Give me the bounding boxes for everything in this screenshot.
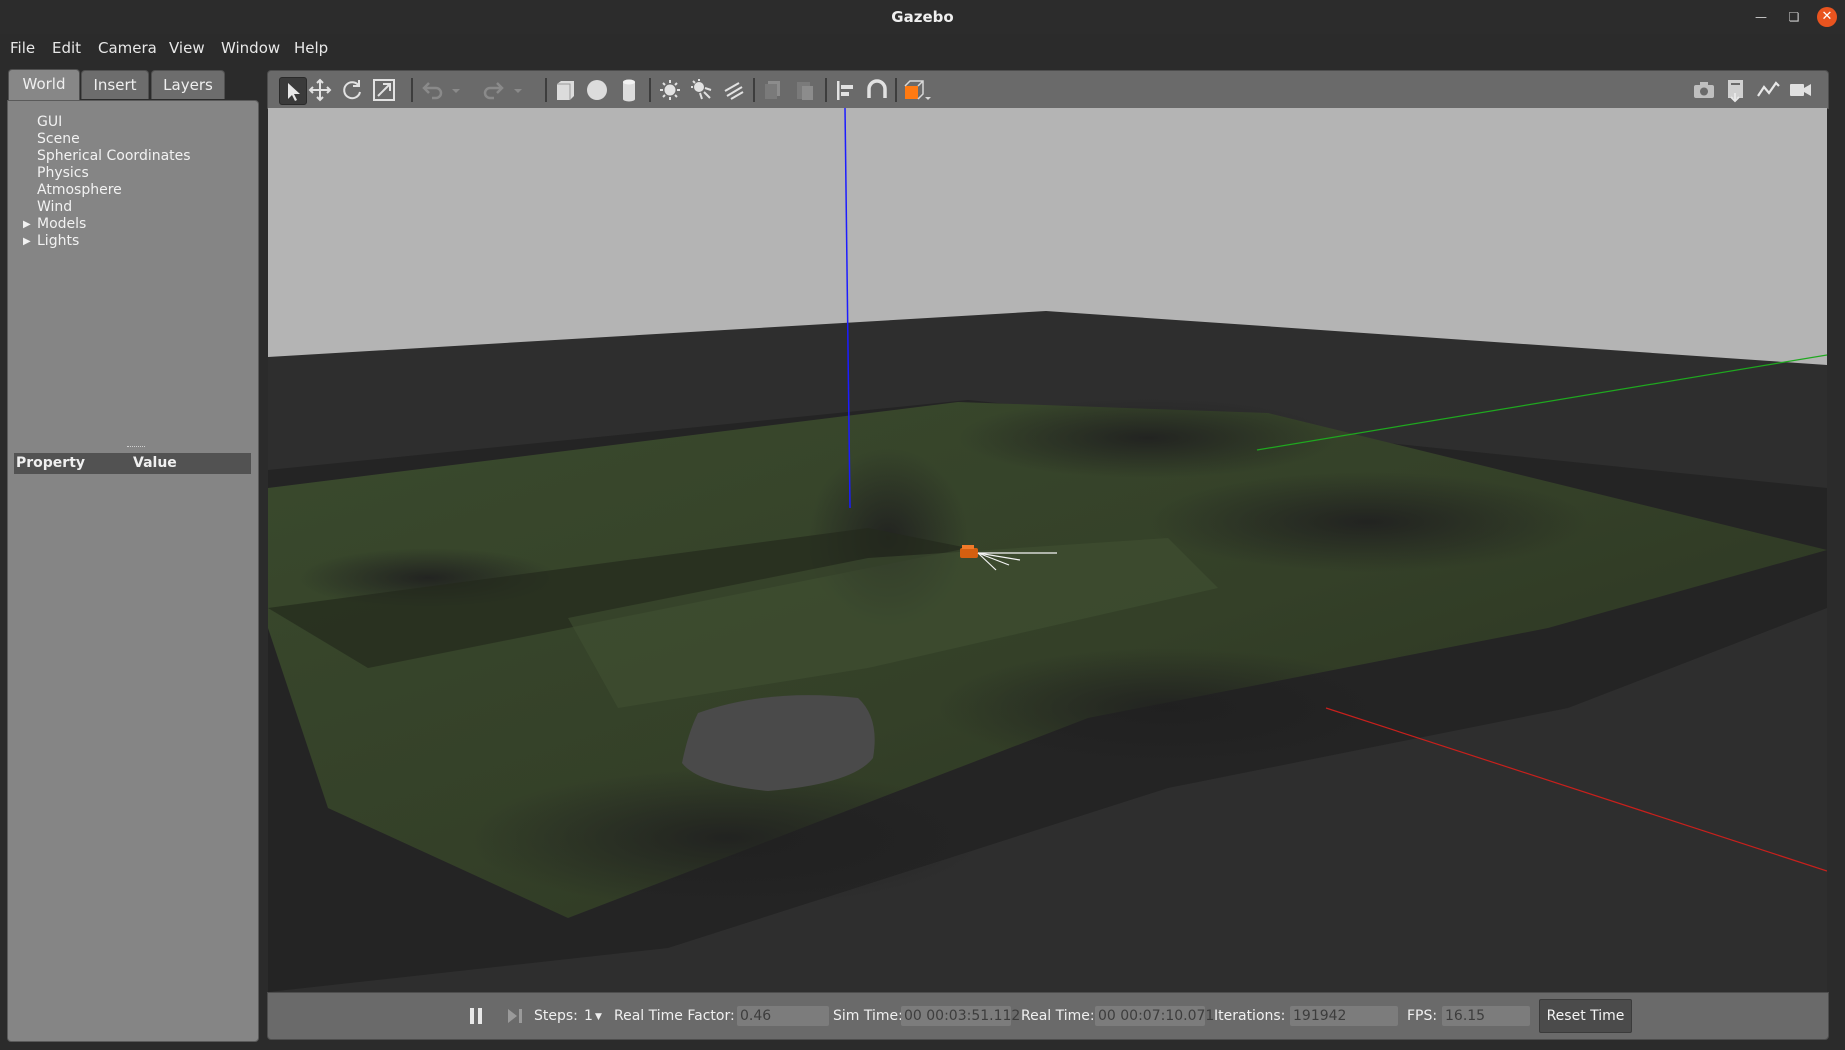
tree-item-wind[interactable]: Wind [37, 199, 72, 215]
sim-time-label: Sim Time: [833, 1008, 903, 1024]
menu-camera[interactable]: Camera [98, 39, 157, 57]
sim-time-value: 00 00:03:51.112 [901, 1006, 1020, 1026]
panel-splitter-handle[interactable] [127, 446, 145, 450]
menu-bar: File Edit Camera View Window Help [0, 34, 1845, 64]
tree-item-lights[interactable]: Lights [37, 233, 79, 249]
steps-value[interactable]: 1 [584, 1008, 593, 1024]
time-panel: Steps: 1 ▼ Real Time Factor: 0.46 Sim Ti… [267, 992, 1829, 1040]
rotate-mode-icon[interactable] [339, 77, 365, 103]
terrain-valley [1148, 472, 1588, 572]
expand-arrow-icon[interactable]: ▶ [23, 236, 31, 247]
box-shape-icon[interactable] [552, 77, 578, 103]
undo-history-icon[interactable] [449, 77, 463, 103]
property-table-header: Property Value [14, 453, 251, 474]
toolbar-separator [411, 78, 413, 102]
terrain-valley [938, 648, 1398, 768]
sphere-shape-icon[interactable] [584, 77, 610, 103]
real-time-factor-value: 0.46 [737, 1006, 829, 1026]
tree-item-physics[interactable]: Physics [37, 165, 89, 181]
toolbar-separator [753, 78, 755, 102]
scene-render [268, 108, 1827, 992]
maximize-icon[interactable]: ❏ [1785, 8, 1803, 26]
minimize-icon[interactable]: — [1752, 8, 1770, 26]
menu-help[interactable]: Help [294, 39, 328, 57]
snap-icon[interactable] [864, 77, 890, 103]
3d-viewport[interactable] [268, 108, 1827, 992]
fps-value: 16.15 [1442, 1006, 1530, 1026]
toolbar-separator [825, 78, 827, 102]
toolbar [267, 70, 1829, 109]
spot-light-icon[interactable] [689, 77, 715, 103]
directional-light-icon[interactable] [721, 77, 747, 103]
toolbar-separator [545, 78, 547, 102]
paste-icon[interactable] [792, 77, 818, 103]
menu-view[interactable]: View [169, 39, 205, 57]
undo-icon[interactable] [419, 77, 445, 103]
real-time-label: Real Time: [1021, 1008, 1095, 1024]
title-bar: Gazebo — ❏ ✕ [0, 0, 1845, 35]
scale-mode-icon[interactable] [371, 77, 397, 103]
cylinder-shape-icon[interactable] [616, 77, 642, 103]
log-data-icon[interactable] [1723, 77, 1749, 103]
menu-window[interactable]: Window [221, 39, 280, 57]
point-light-icon[interactable] [657, 77, 683, 103]
expand-arrow-icon[interactable]: ▶ [23, 219, 31, 230]
tree-item-scene[interactable]: Scene [37, 131, 80, 147]
iterations-value: 191942 [1290, 1006, 1398, 1026]
world-panel: GUI Scene Spherical Coordinates Physics … [7, 100, 259, 1042]
redo-icon[interactable] [481, 77, 507, 103]
tree-item-gui[interactable]: GUI [37, 114, 62, 130]
copy-icon[interactable] [760, 77, 786, 103]
column-value: Value [133, 455, 177, 471]
toolbar-separator [649, 78, 651, 102]
real-time-factor-label: Real Time Factor: [614, 1008, 735, 1024]
terrain-valley [468, 768, 988, 908]
select-mode-icon[interactable] [279, 77, 307, 105]
tab-layers[interactable]: Layers [151, 70, 225, 99]
tree-item-atmosphere[interactable]: Atmosphere [37, 182, 122, 198]
window-title: Gazebo [891, 8, 954, 26]
tab-insert[interactable]: Insert [81, 70, 149, 99]
tree-item-models[interactable]: Models [37, 216, 86, 232]
terrain-ridge [958, 398, 1338, 478]
align-icon[interactable] [832, 77, 858, 103]
menu-file[interactable]: File [10, 39, 35, 57]
translate-mode-icon[interactable] [307, 77, 333, 103]
screenshot-icon[interactable] [1691, 77, 1717, 103]
fps-label: FPS: [1407, 1008, 1438, 1024]
render-frame: Steps: 1 ▼ Real Time Factor: 0.46 Sim Ti… [267, 70, 1829, 1040]
steps-label: Steps: [534, 1008, 578, 1024]
step-forward-icon[interactable] [506, 1007, 524, 1029]
left-panel: World Insert Layers GUI Scene Spherical … [0, 64, 262, 1050]
video-record-icon[interactable] [1787, 77, 1813, 103]
toolbar-separator [895, 78, 897, 102]
column-property: Property [16, 455, 86, 471]
redo-history-icon[interactable] [511, 77, 525, 103]
view-angle-icon[interactable] [901, 77, 933, 103]
steps-dropdown-icon[interactable]: ▼ [595, 1012, 602, 1022]
real-time-value: 00 00:07:10.071 [1095, 1006, 1214, 1026]
pause-icon[interactable] [469, 1007, 485, 1029]
reset-time-button[interactable]: Reset Time [1539, 999, 1632, 1033]
plot-icon[interactable] [1755, 77, 1781, 103]
tab-world[interactable]: World [8, 69, 80, 101]
tree-item-spherical-coordinates[interactable]: Spherical Coordinates [37, 148, 191, 164]
menu-edit[interactable]: Edit [52, 39, 81, 57]
iterations-label: Iterations: [1214, 1008, 1286, 1024]
close-icon[interactable]: ✕ [1817, 7, 1837, 27]
